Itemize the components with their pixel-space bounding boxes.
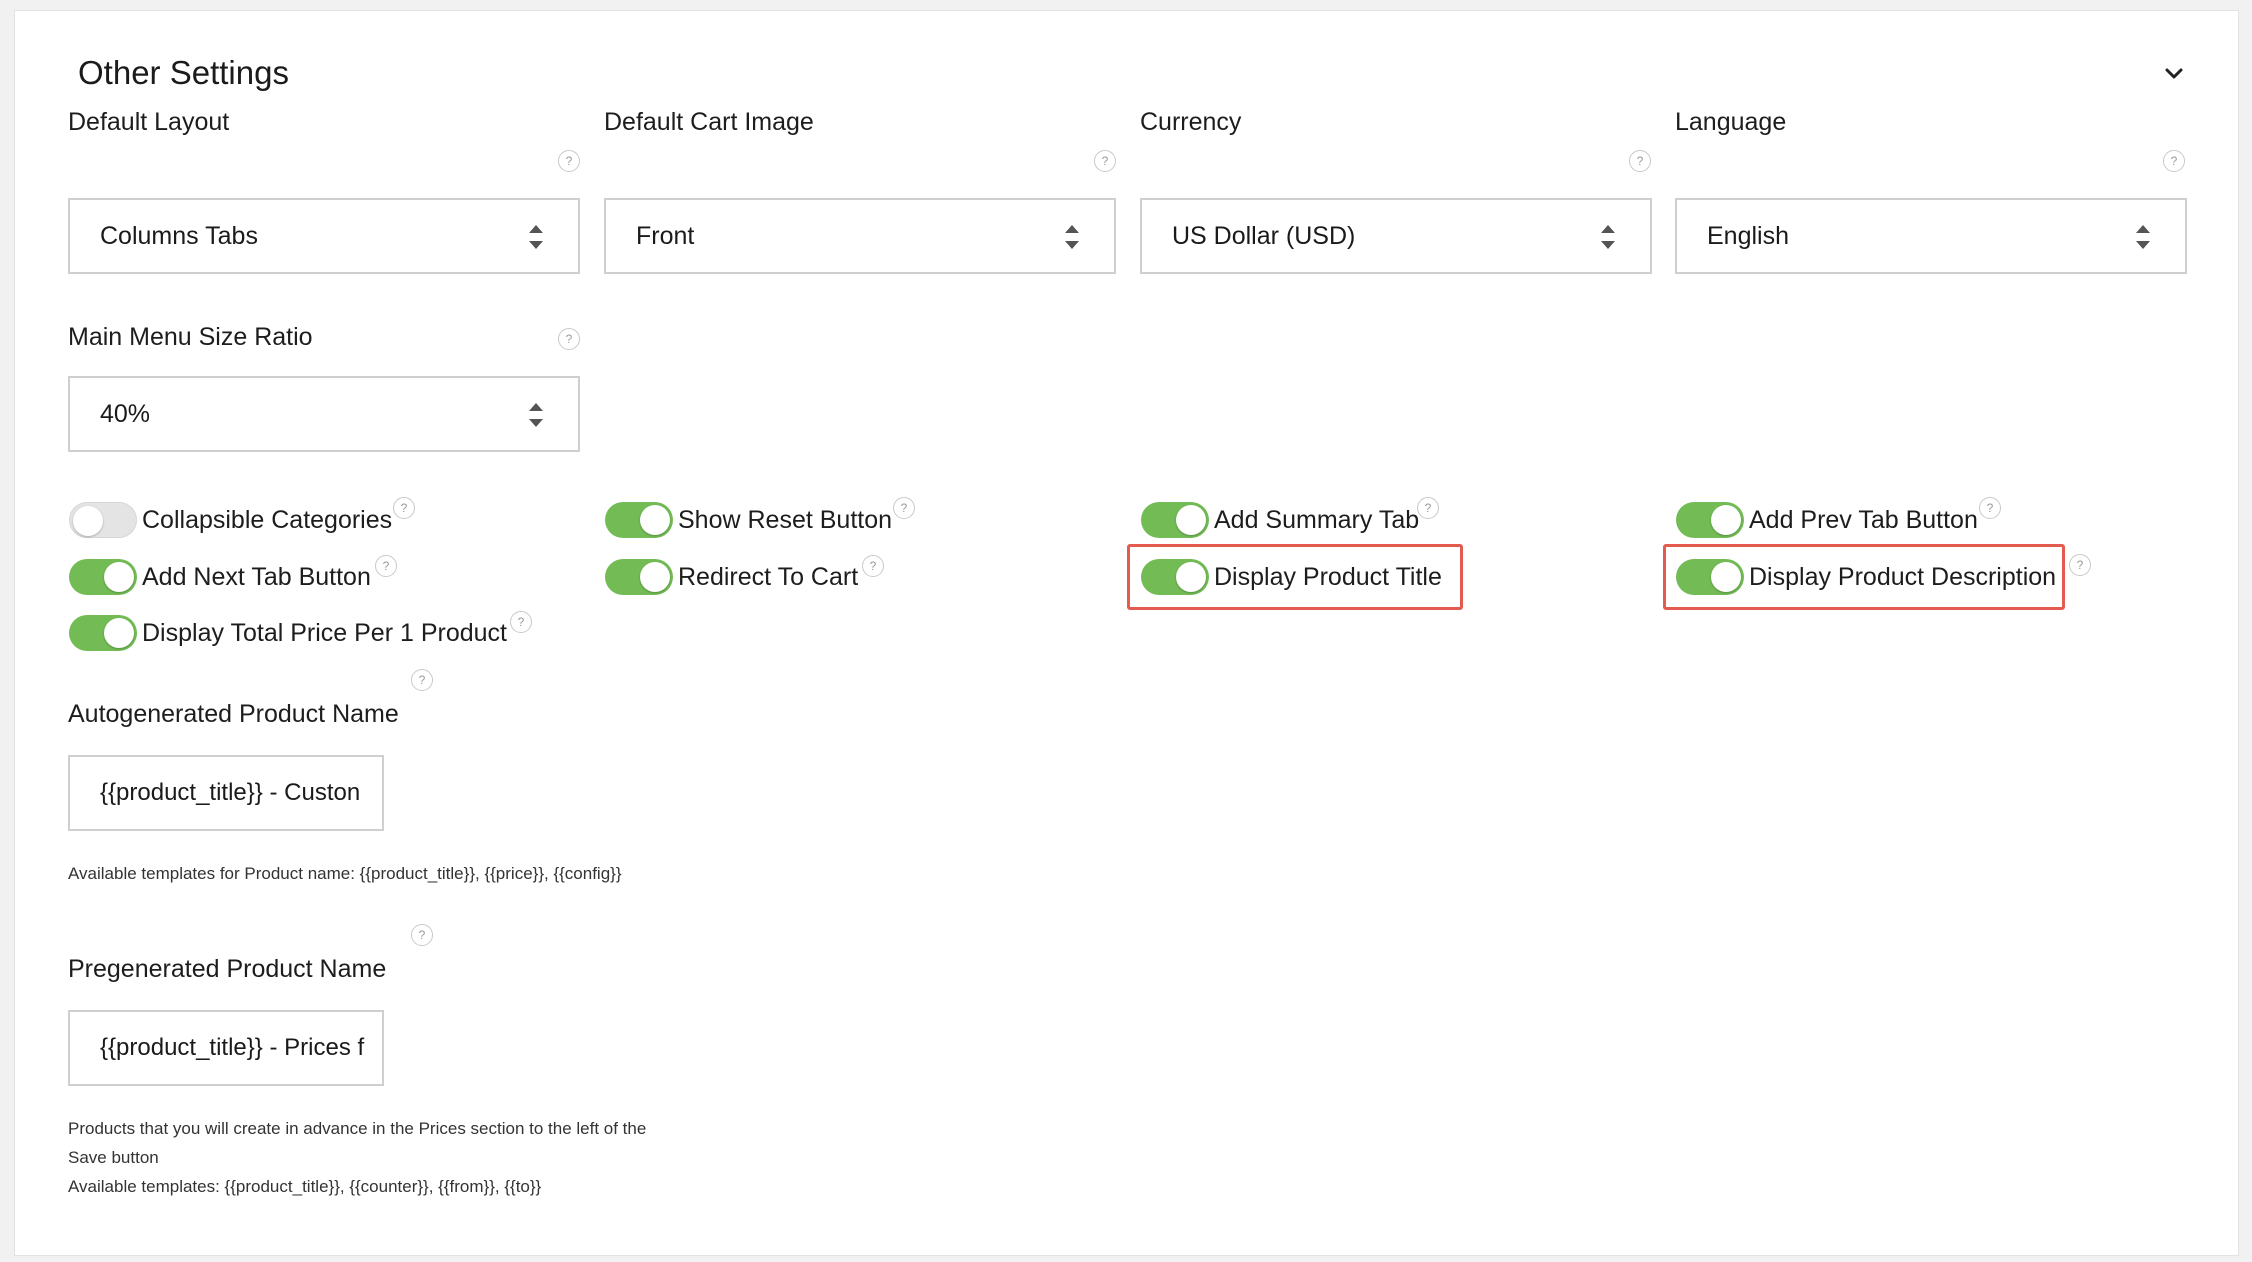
display-total-price-toggle[interactable]	[69, 615, 137, 651]
sort-arrows-icon	[1601, 225, 1615, 249]
autogenerated-product-name-input[interactable]: {{product_title}} - Custon	[68, 755, 384, 831]
add-prev-tab-button-label: Add Prev Tab Button	[1749, 506, 1978, 534]
toggle-knob	[1176, 505, 1206, 535]
other-settings-panel: Other Settings Default Layout ? Default …	[14, 10, 2239, 1256]
help-icon[interactable]: ?	[558, 328, 580, 350]
show-reset-button-label: Show Reset Button	[678, 506, 893, 534]
currency-select[interactable]: US Dollar (USD)	[1140, 198, 1652, 274]
default-layout-value: Columns Tabs	[100, 222, 258, 250]
help-icon[interactable]: ?	[393, 497, 415, 519]
default-cart-image-label: Default Cart Image	[604, 108, 814, 136]
currency-value: US Dollar (USD)	[1172, 222, 1356, 250]
collapsible-categories-label: Collapsible Categories	[142, 506, 393, 534]
language-label: Language	[1675, 108, 1787, 136]
main-menu-size-ratio-value: 40%	[100, 400, 151, 428]
default-layout-label: Default Layout	[68, 108, 230, 136]
display-product-description-toggle[interactable]	[1676, 559, 1744, 595]
main-menu-size-ratio-label: Main Menu Size Ratio	[68, 323, 313, 351]
pregenerated-help-text-1: Products that you will create in advance…	[68, 1119, 647, 1138]
chevron-down-icon[interactable]	[2163, 63, 2185, 85]
redirect-to-cart-toggle[interactable]	[605, 559, 673, 595]
pregenerated-help-text-3: Available templates: {{product_title}}, …	[68, 1177, 542, 1196]
autogenerated-product-name-value: {{product_title}} - Custon	[100, 779, 361, 806]
toggle-knob	[640, 505, 670, 535]
pregenerated-product-name-value: {{product_title}} - Prices f	[100, 1034, 365, 1061]
help-icon[interactable]: ?	[1094, 150, 1116, 172]
help-icon[interactable]: ?	[1629, 150, 1651, 172]
toggle-knob	[73, 506, 103, 536]
toggle-knob	[104, 562, 134, 592]
toggle-knob	[1711, 505, 1741, 535]
pregenerated-help-text-2: Save button	[68, 1148, 159, 1167]
toggle-knob	[104, 618, 134, 648]
display-total-price-label: Display Total Price Per 1 Product	[142, 619, 507, 647]
panel-title: Other Settings	[78, 54, 289, 91]
language-select[interactable]: English	[1675, 198, 2187, 274]
collapsible-categories-toggle[interactable]	[69, 502, 137, 538]
toggle-knob	[640, 562, 670, 592]
sort-arrows-icon	[2136, 225, 2150, 249]
display-product-title-toggle[interactable]	[1141, 559, 1209, 595]
default-cart-image-select[interactable]: Front	[604, 198, 1116, 274]
display-product-description-label: Display Product Description	[1749, 563, 2057, 591]
pregenerated-product-name-input[interactable]: {{product_title}} - Prices f	[68, 1010, 384, 1086]
help-icon[interactable]: ?	[411, 669, 433, 691]
currency-label: Currency	[1140, 108, 1242, 136]
add-summary-tab-label: Add Summary Tab	[1214, 506, 1420, 534]
redirect-to-cart-label: Redirect To Cart	[678, 563, 859, 591]
help-icon[interactable]: ?	[411, 924, 433, 946]
language-value: English	[1707, 222, 1789, 250]
help-icon[interactable]: ?	[558, 150, 580, 172]
show-reset-button-toggle[interactable]	[605, 502, 673, 538]
sort-arrows-icon	[529, 225, 543, 249]
toggle-knob	[1176, 562, 1206, 592]
add-next-tab-button-toggle[interactable]	[69, 559, 137, 595]
help-icon[interactable]: ?	[510, 611, 532, 633]
pregenerated-product-name-label: Pregenerated Product Name	[68, 955, 387, 983]
default-cart-image-value: Front	[636, 222, 695, 250]
help-icon[interactable]: ?	[893, 497, 915, 519]
display-product-title-label: Display Product Title	[1214, 563, 1442, 591]
main-menu-size-ratio-select[interactable]: 40%	[68, 376, 580, 452]
help-icon[interactable]: ?	[2163, 150, 2185, 172]
sort-arrows-icon	[529, 403, 543, 427]
help-icon[interactable]: ?	[862, 555, 884, 577]
add-prev-tab-button-toggle[interactable]	[1676, 502, 1744, 538]
help-icon[interactable]: ?	[1979, 497, 2001, 519]
add-summary-tab-toggle[interactable]	[1141, 502, 1209, 538]
help-icon[interactable]: ?	[2069, 554, 2091, 576]
default-layout-select[interactable]: Columns Tabs	[68, 198, 580, 274]
autogenerated-product-name-label: Autogenerated Product Name	[68, 700, 399, 728]
autogenerated-help-text: Available templates for Product name: {{…	[68, 864, 622, 883]
toggle-knob	[1711, 562, 1741, 592]
help-icon[interactable]: ?	[375, 555, 397, 577]
sort-arrows-icon	[1065, 225, 1079, 249]
help-icon[interactable]: ?	[1417, 497, 1439, 519]
add-next-tab-button-label: Add Next Tab Button	[142, 563, 371, 591]
